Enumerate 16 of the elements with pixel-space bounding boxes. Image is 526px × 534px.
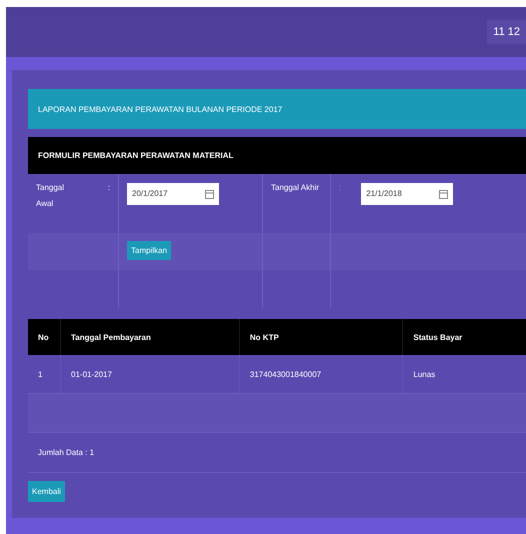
column-header: No [28, 319, 60, 355]
form-title: FORMULIR PEMBAYARAN PERAWATAN MATERIAL [38, 151, 234, 160]
column-header: No KTP [239, 319, 403, 355]
colon: : [339, 182, 342, 194]
alert-text: LAPORAN PEMBAYARAN PERAWATAN BULANAN PERIODE 2017 [38, 104, 282, 114]
column-header: Status Bayar [402, 319, 526, 355]
data-count: Jumlah Data : 1 [38, 448, 94, 457]
colon: : [108, 182, 110, 194]
field-label: Tanggal Akhir [271, 183, 320, 192]
column-header: Tanggal Pembayaran [60, 319, 240, 355]
user-badge[interactable]: 11 12 [487, 20, 526, 44]
calendar-icon[interactable] [439, 189, 448, 199]
field-label: Tanggal Awal [36, 182, 66, 210]
date-field[interactable]: 20/1/2017 [127, 183, 219, 205]
date-field[interactable]: 21/1/2018 [361, 183, 454, 205]
calendar-icon[interactable] [205, 189, 214, 199]
